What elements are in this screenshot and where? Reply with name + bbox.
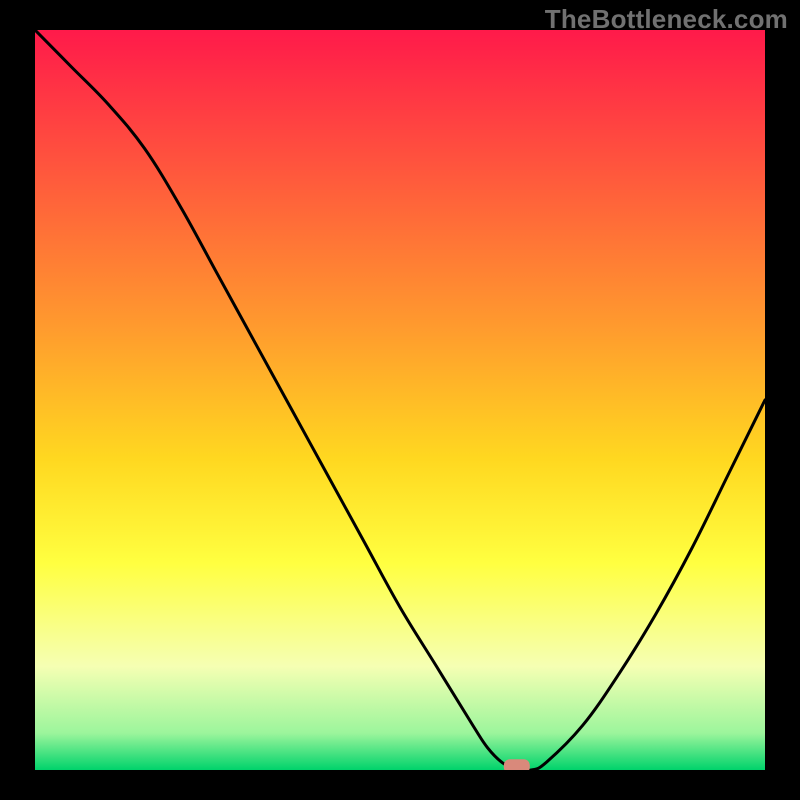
chart-minimum-marker	[504, 759, 530, 770]
chart-svg	[35, 30, 765, 770]
chart-background-gradient	[35, 30, 765, 770]
chart-plot-area	[35, 30, 765, 770]
chart-frame: TheBottleneck.com	[0, 0, 800, 800]
